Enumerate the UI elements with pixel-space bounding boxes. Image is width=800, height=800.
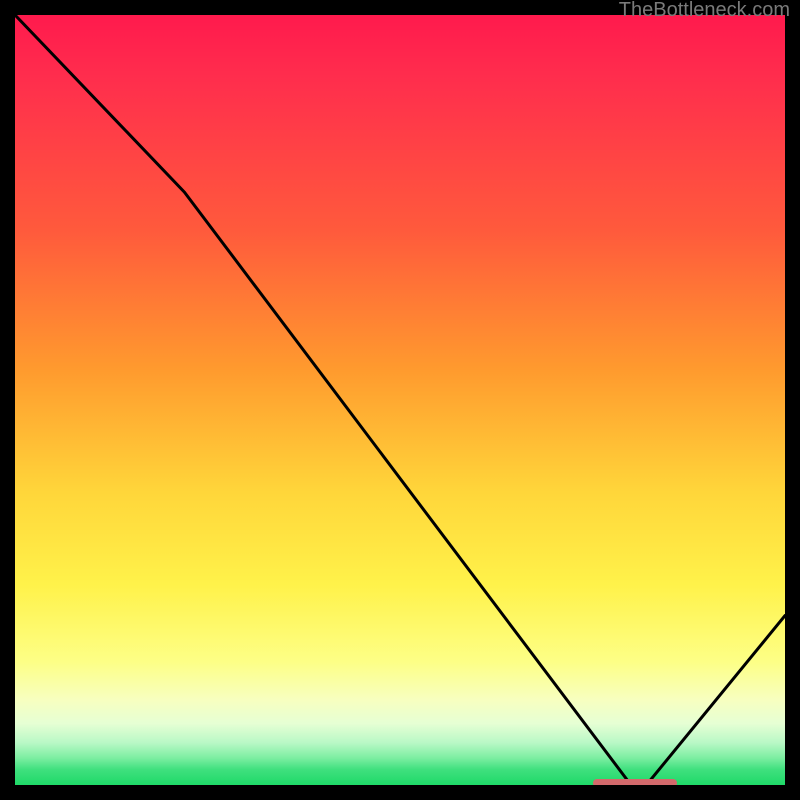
- chart-frame: [15, 15, 785, 785]
- optimal-marker: [593, 779, 678, 785]
- plot-area: [15, 15, 785, 785]
- watermark: TheBottleneck.com: [619, 0, 790, 22]
- bottleneck-curve: [15, 15, 785, 785]
